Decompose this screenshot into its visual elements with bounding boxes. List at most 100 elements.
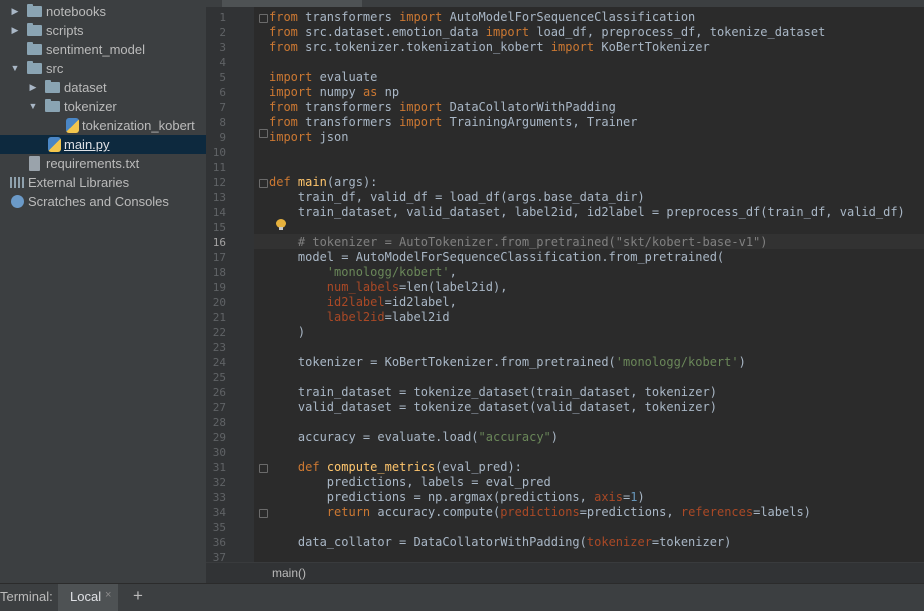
breadcrumb-bar: main() — [206, 562, 924, 583]
tree-item-scratches[interactable]: Scratches and Consoles — [0, 192, 206, 211]
line-number: 28 — [212, 416, 226, 429]
fold-marker-icon[interactable] — [259, 464, 268, 473]
code-line: return accuracy.compute(predictions=pred… — [326, 505, 811, 519]
fold-marker-icon[interactable] — [259, 509, 268, 518]
line-number: 5 — [219, 71, 226, 84]
line-number: 31 — [212, 461, 226, 474]
code-line: from transformers import DataCollatorWit… — [269, 100, 616, 114]
code-line: model = AutoModelForSequenceClassificati… — [269, 250, 725, 264]
project-panel: ▶ notebooks ▶ scripts sentiment_model ▼ … — [0, 0, 206, 583]
code-line: train_dataset, valid_dataset, label2id, … — [269, 205, 905, 219]
line-number: 24 — [212, 356, 226, 369]
line-number: 29 — [212, 431, 226, 444]
code-line: # tokenizer = AutoTokenizer.from_pretrai… — [269, 235, 768, 249]
collapsed-arrow-icon[interactable]: ▶ — [10, 21, 20, 40]
python-file-icon — [48, 137, 61, 152]
tree-item-label: dataset — [64, 80, 107, 95]
tree-item-notebooks[interactable]: ▶ notebooks — [0, 2, 206, 21]
code-line: num_labels=len(label2id), — [326, 280, 508, 294]
tree-item-label: tokenization_kobert — [82, 118, 195, 133]
code-line: import numpy as np — [269, 85, 400, 99]
line-number: 30 — [212, 446, 226, 459]
text-file-icon — [29, 156, 40, 171]
folder-icon — [27, 4, 42, 17]
terminal-bar: Terminal: Local × + — [0, 583, 924, 611]
line-number: 6 — [219, 86, 226, 99]
line-number: 19 — [212, 281, 226, 294]
tree-item-main-py[interactable]: main.py — [0, 135, 206, 154]
fold-marker-icon[interactable] — [259, 129, 268, 138]
code-line: train_df, valid_df = load_df(args.base_d… — [269, 190, 645, 204]
terminal-title: Terminal: — [0, 589, 53, 604]
editor-tab-strip — [206, 0, 924, 7]
line-number: 4 — [219, 56, 226, 69]
code-line: from transformers import TrainingArgumen… — [269, 115, 638, 129]
terminal-tab-local[interactable]: Local × — [58, 584, 118, 611]
line-number: 26 — [212, 386, 226, 399]
code-line: predictions, labels = eval_pred — [269, 475, 551, 489]
line-number: 32 — [212, 476, 226, 489]
tree-item-label: main.py — [64, 137, 110, 152]
tree-item-tokenizer[interactable]: ▼ tokenizer — [0, 97, 206, 116]
code-line: from src.dataset.emotion_data import loa… — [269, 25, 826, 39]
collapsed-arrow-icon[interactable]: ▶ — [10, 2, 20, 21]
python-file-icon — [66, 118, 79, 133]
folder-icon — [45, 80, 60, 93]
code-line: id2label=id2label, — [326, 295, 457, 309]
tree-item-label: src — [46, 61, 64, 76]
line-number: 10 — [212, 146, 226, 159]
code-line: valid_dataset = tokenize_dataset(valid_d… — [269, 400, 717, 414]
tree-item-external-libraries[interactable]: External Libraries — [0, 173, 206, 192]
tree-item-sentiment-model[interactable]: sentiment_model — [0, 40, 206, 59]
code-line: train_dataset = tokenize_dataset(train_d… — [269, 385, 717, 399]
fold-marker-icon[interactable] — [259, 14, 268, 23]
tree-item-label: scripts — [46, 23, 84, 38]
code-line: def main(args): — [269, 175, 378, 189]
tree-item-label: sentiment_model — [46, 42, 145, 57]
line-number: 35 — [212, 521, 226, 534]
code-line: label2id=label2id — [326, 310, 450, 324]
lightbulb-icon[interactable] — [276, 219, 286, 231]
tree-item-label: External Libraries — [28, 175, 130, 190]
close-icon[interactable]: × — [105, 589, 111, 601]
add-terminal-icon[interactable]: + — [133, 586, 143, 606]
code-line: from transformers import AutoModelForSeq… — [269, 10, 696, 24]
folder-icon — [45, 99, 60, 112]
line-number: 2 — [219, 26, 226, 39]
tree-item-label: requirements.txt — [46, 156, 140, 171]
tree-item-scripts[interactable]: ▶ scripts — [0, 21, 206, 40]
tree-item-requirements[interactable]: requirements.txt — [0, 154, 206, 173]
line-number: 13 — [212, 191, 226, 204]
library-icon — [10, 177, 24, 188]
tree-item-label: notebooks — [46, 4, 106, 19]
line-number: 11 — [212, 161, 226, 174]
code-line: 'monologg/kobert', — [326, 265, 457, 279]
line-number: 36 — [212, 536, 226, 549]
line-number: 33 — [212, 491, 226, 504]
fold-marker-icon[interactable] — [259, 179, 268, 188]
tree-item-label: Scratches and Consoles — [28, 194, 169, 209]
line-number: 15 — [212, 221, 226, 234]
code-line: predictions = np.argmax(predictions, axi… — [269, 490, 645, 504]
line-number: 27 — [212, 401, 226, 414]
code-line: import json — [269, 130, 349, 144]
code-line: import evaluate — [269, 70, 378, 84]
scratches-icon — [11, 195, 24, 208]
line-number: 16 — [212, 236, 226, 249]
tree-item-label: tokenizer — [64, 99, 117, 114]
line-number: 20 — [212, 296, 226, 309]
expanded-arrow-icon[interactable]: ▼ — [28, 97, 38, 116]
code-editor[interactable]: 1 2 3 4 5 6 7 8 9 10 11 12 13 14 15 16 17 18 19 20 21 22 23 24 2… — [206, 0, 924, 583]
line-number: 7 — [219, 101, 226, 114]
tree-item-tokenization-kobert[interactable]: tokenization_kobert — [0, 116, 206, 135]
line-number: 12 — [212, 176, 226, 189]
tree-item-dataset[interactable]: ▶ dataset — [0, 78, 206, 97]
code-line: tokenizer = KoBertTokenizer.from_pretrai… — [269, 355, 746, 369]
breadcrumb-main[interactable]: main() — [272, 566, 306, 580]
tree-item-src[interactable]: ▼ src — [0, 59, 206, 78]
line-number: 18 — [212, 266, 226, 279]
code-line: from src.tokenizer.tokenization_kobert i… — [269, 40, 710, 54]
line-number: 22 — [212, 326, 226, 339]
expanded-arrow-icon[interactable]: ▼ — [10, 59, 20, 78]
collapsed-arrow-icon[interactable]: ▶ — [28, 78, 38, 97]
